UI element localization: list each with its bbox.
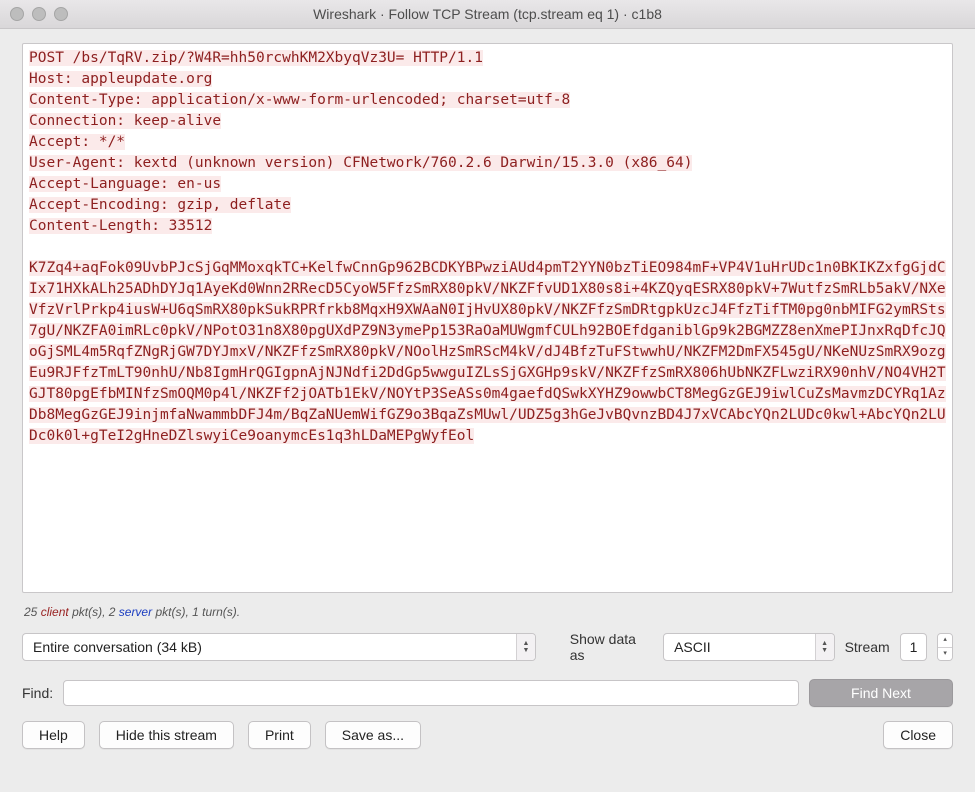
encoding-select-value: ASCII — [674, 639, 711, 655]
find-next-button[interactable]: Find Next — [809, 679, 953, 707]
zoom-window-icon[interactable] — [54, 7, 68, 21]
window: Wireshark · Follow TCP Stream (tcp.strea… — [0, 0, 975, 792]
chevron-updown-icon: ▲▼ — [516, 634, 535, 660]
minimize-window-icon[interactable] — [32, 7, 46, 21]
close-window-icon[interactable] — [10, 7, 24, 21]
stream-textarea[interactable]: POST /bs/TqRV.zip/?W4R=hh50rcwhKM2XbyqVz… — [22, 43, 953, 593]
traffic-lights — [0, 0, 68, 28]
window-title: Wireshark · Follow TCP Stream (tcp.strea… — [0, 6, 975, 22]
conversation-select-value: Entire conversation (34 kB) — [33, 639, 202, 655]
filter-row: Entire conversation (34 kB) ▲▼ Show data… — [22, 631, 953, 663]
show-data-as-label: Show data as — [570, 631, 653, 663]
help-button[interactable]: Help — [22, 721, 85, 749]
encoding-select[interactable]: ASCII ▲▼ — [663, 633, 835, 661]
find-input[interactable] — [63, 680, 799, 706]
stream-label: Stream — [845, 639, 890, 655]
hide-stream-button[interactable]: Hide this stream — [99, 721, 234, 749]
save-as-button[interactable]: Save as... — [325, 721, 421, 749]
content-area: POST /bs/TqRV.zip/?W4R=hh50rcwhKM2XbyqVz… — [0, 29, 975, 792]
conversation-select[interactable]: Entire conversation (34 kB) ▲▼ — [22, 633, 536, 661]
print-button[interactable]: Print — [248, 721, 311, 749]
stream-stepper[interactable]: ▴ ▾ — [937, 633, 953, 661]
chevron-updown-icon: ▲▼ — [815, 634, 834, 660]
close-button[interactable]: Close — [883, 721, 953, 749]
packet-summary: 25 client pkt(s), 2 server pkt(s), 1 tur… — [22, 603, 953, 621]
stepper-down-icon[interactable]: ▾ — [938, 648, 952, 661]
stepper-up-icon[interactable]: ▴ — [938, 634, 952, 648]
stream-number-input[interactable]: 1 — [900, 633, 928, 661]
find-label: Find: — [22, 685, 53, 701]
titlebar: Wireshark · Follow TCP Stream (tcp.strea… — [0, 0, 975, 29]
find-row: Find: Find Next — [22, 679, 953, 707]
button-row: Help Hide this stream Print Save as... C… — [22, 721, 953, 749]
